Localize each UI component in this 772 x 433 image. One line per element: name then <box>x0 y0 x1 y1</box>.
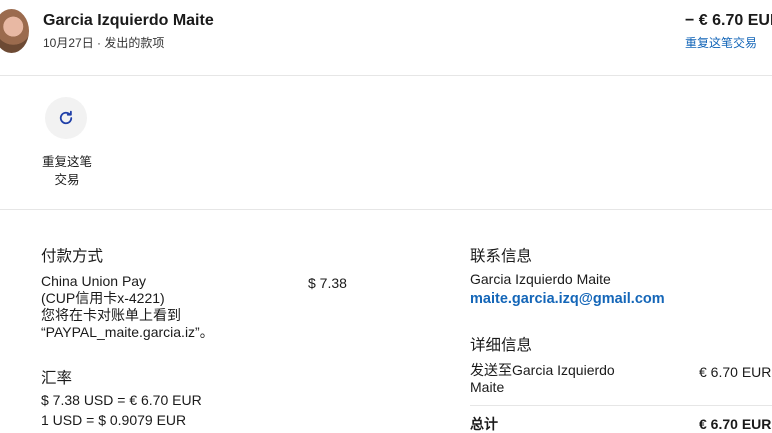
sent-to-line: Maite <box>470 379 505 395</box>
repeat-transaction-button[interactable] <box>45 97 87 139</box>
sent-to: 发送至Garcia Izquierdo Maite <box>470 362 670 396</box>
transaction-amount: − € 6.70 EUR <box>685 12 772 29</box>
sent-amount: € 6.70 EUR <box>699 364 772 380</box>
exchange-rate-value: 1 USD = $ 0.9079 EUR <box>41 412 187 428</box>
divider <box>0 209 772 210</box>
payment-amount: $ 7.38 <box>308 275 347 291</box>
statement-descriptor: “PAYPAL_maite.garcia.iz”。 <box>41 324 214 340</box>
contact-name: Garcia Izquierdo Maite <box>470 271 611 287</box>
refresh-icon <box>59 110 73 125</box>
exchange-rate-title: 汇率 <box>41 370 73 387</box>
total-divider <box>470 405 772 406</box>
divider <box>0 75 772 76</box>
contact-email-link[interactable]: maite.garcia.izq@gmail.com <box>470 291 665 307</box>
repeat-transaction-label: 重复这笔交易 <box>41 155 92 187</box>
payment-method-details: China Union Pay (CUP信用卡x-4221) 您将在卡对账单上看… <box>41 273 291 341</box>
statement-note: 您将在卡对账单上看到 <box>41 307 181 323</box>
payment-method-title: 付款方式 <box>41 248 104 265</box>
avatar <box>0 9 29 53</box>
payee-name: Garcia Izquierdo Maite <box>43 12 214 29</box>
exchange-conversion: $ 7.38 USD = € 6.70 EUR <box>41 392 202 408</box>
contact-info-title: 联系信息 <box>470 248 533 265</box>
payment-card-info: (CUP信用卡x-4221) <box>41 290 165 306</box>
transaction-meta: 10月27日 · 发出的款项 <box>43 36 165 50</box>
sent-to-line: 发送至Garcia Izquierdo <box>470 362 615 378</box>
repeat-transaction-link[interactable]: 重复这笔交易 <box>685 34 757 51</box>
payment-method-name: China Union Pay <box>41 273 147 289</box>
details-title: 详细信息 <box>470 337 533 354</box>
